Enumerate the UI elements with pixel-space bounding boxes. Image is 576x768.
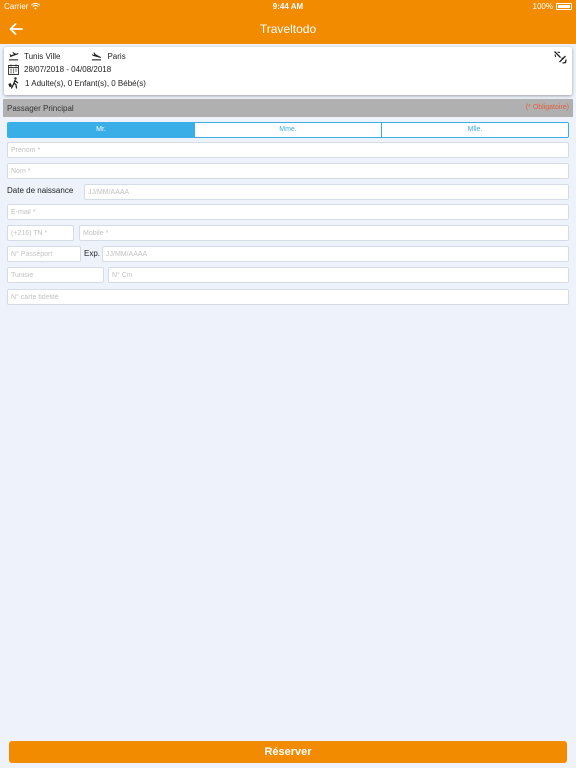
last-name-input[interactable] (7, 163, 569, 179)
civility-option-mr[interactable]: Mr. (8, 123, 194, 137)
section-title: Passager Principal (7, 104, 74, 113)
plane-landing-icon (92, 52, 102, 61)
trip-dates: 28/07/2018 - 04/08/2018 (24, 65, 112, 74)
passport-expiry-label: Exp. (84, 249, 101, 258)
civility-option-mme[interactable]: Mme. (194, 123, 381, 137)
first-name-input[interactable] (7, 142, 569, 158)
traveler-luggage-icon (8, 77, 19, 89)
battery-icon (556, 3, 572, 10)
trip-passengers-row: 1 Adulte(s), 0 Enfant(s), 0 Bébé(s) (8, 77, 146, 89)
edit-flight-button[interactable] (553, 50, 567, 64)
passenger-count: 1 Adulte(s), 0 Enfant(s), 0 Bébé(s) (25, 78, 146, 88)
birth-date-input[interactable] (84, 184, 569, 200)
nav-bar: Traveltodo (0, 16, 576, 44)
trip-dates-row: 28/07/2018 - 04/08/2018 (8, 64, 111, 75)
battery-percent: 100% (532, 2, 553, 11)
status-bar: Carrier 9:44 AM 100% (0, 0, 576, 12)
civility-option-mlle[interactable]: Mlle. (381, 123, 568, 137)
top-bar: Carrier 9:44 AM 100% Traveltodo (0, 0, 576, 44)
departure-city: Tunis Ville (24, 51, 61, 61)
trip-summary-card: Tunis Ville Paris 28/07/2018 - 04/08/201… (4, 47, 572, 95)
page-title: Traveltodo (259, 22, 317, 36)
birth-date-label: Date de naissance (7, 186, 74, 195)
arrival-city: Paris (107, 51, 126, 61)
cin-number-input[interactable] (108, 267, 569, 283)
email-input[interactable] (7, 204, 569, 220)
arrival-group: Paris (91, 51, 126, 61)
status-battery: 100% (533, 2, 572, 11)
loyalty-card-input[interactable] (7, 289, 569, 305)
reserve-button[interactable]: Réserver (9, 741, 567, 763)
passport-number-input[interactable] (7, 246, 81, 262)
plane-swap-icon (554, 51, 567, 64)
plane-takeoff-icon (8, 52, 19, 61)
trip-route-row: Tunis Ville Paris (8, 51, 126, 61)
section-header: Passager Principal (* Obligatoire) (3, 99, 573, 117)
passport-expiry-input[interactable] (102, 246, 569, 262)
civility-selector: Mr. Mme. Mlle. (7, 122, 569, 138)
country-input[interactable] (7, 267, 104, 283)
status-time: 9:44 AM (272, 2, 304, 11)
required-note: (* Obligatoire) (525, 104, 569, 111)
calendar-icon (8, 64, 19, 75)
phone-country-code-input[interactable] (7, 225, 74, 241)
mobile-input[interactable] (79, 225, 569, 241)
